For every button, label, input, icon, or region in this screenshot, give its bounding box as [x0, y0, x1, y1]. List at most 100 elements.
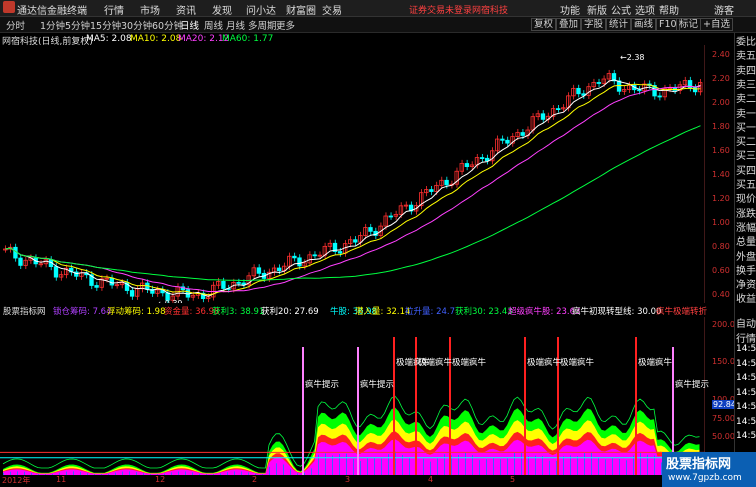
- indicator-chart[interactable]: [0, 317, 705, 475]
- add-watchlist-button[interactable]: +自选: [700, 18, 733, 31]
- volume-bar: [605, 459, 606, 475]
- side-panel-item[interactable]: 涨跌: [736, 205, 756, 220]
- side-panel-item[interactable]: 14:56: [736, 359, 756, 369]
- side-panel-item[interactable]: 卖二: [736, 90, 756, 105]
- side-panel-item[interactable]: 14:56: [736, 431, 756, 441]
- volume-bar: [423, 458, 424, 475]
- period-tab-1min[interactable]: 1分钟: [40, 18, 65, 32]
- quote-side-panel[interactable]: 委比 卖五 卖四 卖三 卖二 卖一 买一 买二 买三 买四 买五 现价 涨跌 涨幅 总量 外盘 换手 净资 收益自动…: [734, 33, 756, 453]
- volume-bar: [269, 466, 270, 475]
- candle: [348, 236, 353, 248]
- side-panel-item[interactable]: 买二: [736, 133, 756, 148]
- candle: [424, 185, 429, 197]
- side-panel-item[interactable]: 卖五: [736, 47, 756, 62]
- price-tick: 1.20: [712, 193, 730, 203]
- kline-chart[interactable]: ←2.38 ←0.39: [0, 45, 705, 303]
- period-tab-multi[interactable]: 多周期: [248, 18, 277, 32]
- period-tab-daily[interactable]: 日线: [180, 18, 199, 32]
- price-tick: 2.00: [712, 97, 730, 107]
- period-toolbar: 分时 1分钟 5分钟 15分钟 30分钟 60分钟 日线 周线 月线 多周期 更…: [0, 17, 756, 33]
- menu-item-quotes[interactable]: 行情: [104, 2, 124, 17]
- volume-bar: [479, 460, 480, 475]
- stats-button[interactable]: 统计: [606, 18, 632, 31]
- side-panel-item[interactable]: 买五: [736, 176, 756, 191]
- side-panel-item[interactable]: 总量: [736, 233, 756, 248]
- side-panel-item[interactable]: 委比: [736, 33, 756, 48]
- candle: [109, 274, 114, 289]
- menu-item-formula[interactable]: 公式: [611, 2, 631, 17]
- volume-bar: [395, 451, 396, 475]
- menu-bar: 通达信金融终端 行情 市场 资讯 发现 问小达 财富圈 交易 证券交易未登录 网…: [0, 0, 756, 17]
- side-panel-item[interactable]: 14:56: [736, 388, 756, 398]
- draw-button[interactable]: 画线: [631, 18, 657, 31]
- substock-button[interactable]: 字股: [581, 18, 607, 31]
- mark-button[interactable]: 标记: [676, 18, 702, 31]
- candle: [419, 189, 424, 210]
- side-panel-item[interactable]: 卖三: [736, 76, 756, 91]
- side-panel-item[interactable]: 买一: [736, 119, 756, 134]
- menu-item-news[interactable]: 资讯: [176, 2, 196, 17]
- side-panel-item[interactable]: 收益: [736, 290, 756, 305]
- menu-item-function[interactable]: 功能: [560, 2, 580, 17]
- side-panel-item[interactable]: 涨幅: [736, 219, 756, 234]
- candle: [160, 286, 165, 297]
- ma60-line: [5, 125, 701, 282]
- side-panel-item[interactable]: 换手: [736, 262, 756, 277]
- side-panel-item[interactable]: 买三: [736, 147, 756, 162]
- guest-label[interactable]: 游客: [714, 2, 734, 17]
- candle: [408, 201, 414, 215]
- signal-label: 极端疯牛: [452, 358, 487, 368]
- side-panel-item[interactable]: 14:56: [736, 373, 756, 383]
- period-tab-60min[interactable]: 60分钟: [152, 18, 183, 32]
- side-panel-item[interactable]: 自动: [736, 315, 756, 330]
- adjust-button[interactable]: 复权: [531, 18, 557, 31]
- period-tab-weekly[interactable]: 周线: [204, 18, 223, 32]
- side-panel-item[interactable]: 14:56: [736, 344, 756, 354]
- candle: [134, 285, 140, 300]
- volume-bar: [563, 456, 564, 475]
- candle: [576, 84, 581, 98]
- side-panel-item[interactable]: 净资: [736, 276, 756, 291]
- menu-item-newversion[interactable]: 新版: [587, 2, 607, 17]
- login-notice[interactable]: 证券交易未登录: [409, 3, 472, 16]
- period-tab-timeshare[interactable]: 分时: [6, 18, 25, 32]
- side-panel-item[interactable]: 卖一: [736, 105, 756, 120]
- indicator-value: 获利3: 38.91: [212, 307, 265, 317]
- price-tick: 1.80: [712, 121, 730, 131]
- date-axis: 2012年 11 12 2 3 4 5: [0, 475, 705, 487]
- side-panel-item[interactable]: 买四: [736, 162, 756, 177]
- volume-bar: [542, 456, 543, 475]
- candle: [353, 236, 358, 246]
- candle: [490, 147, 495, 165]
- period-tab-monthly[interactable]: 月线: [226, 18, 245, 32]
- period-tab-more[interactable]: 更多: [276, 18, 295, 32]
- menu-item-trade[interactable]: 交易: [322, 2, 342, 17]
- side-panel-item[interactable]: 现价: [736, 190, 756, 205]
- side-panel-item[interactable]: 外盘: [736, 248, 756, 263]
- volume-bar: [584, 453, 585, 475]
- side-panel-item[interactable]: 14:56: [736, 417, 756, 427]
- indicator-header: 股票指标网 锁仓筹码: 7.64 浮动筹码: 1.98 资金量: 36.98 获利3:…: [0, 304, 707, 317]
- side-panel-item[interactable]: 行情: [736, 330, 756, 345]
- period-tab-15min[interactable]: 15分钟: [90, 18, 121, 32]
- signal-label: 疯牛提示: [305, 380, 340, 390]
- menu-item-ask[interactable]: 问小达: [246, 2, 276, 17]
- volume-bar: [346, 453, 347, 475]
- date-tick: 4: [428, 475, 434, 484]
- candle: [18, 254, 23, 270]
- menu-item-options[interactable]: 选项: [635, 2, 655, 17]
- menu-item-wealth[interactable]: 财富圈: [286, 2, 316, 17]
- account-name[interactable]: 网宿科技: [472, 3, 508, 16]
- side-panel-item[interactable]: 14:56: [736, 402, 756, 412]
- menu-item-discover[interactable]: 发现: [212, 2, 232, 17]
- overlay-button[interactable]: 叠加: [556, 18, 582, 31]
- period-tab-30min[interactable]: 30分钟: [121, 18, 152, 32]
- side-panel-item[interactable]: 卖四: [736, 62, 756, 77]
- price-tick: 1.40: [712, 169, 730, 179]
- menu-item-market[interactable]: 市场: [140, 2, 160, 17]
- period-tab-5min[interactable]: 5分钟: [65, 18, 90, 32]
- menu-item-help[interactable]: 帮助: [659, 2, 679, 17]
- price-tick: 1.00: [712, 217, 730, 227]
- candle: [652, 81, 657, 100]
- indicator-value: 潜入量: 32.14: [355, 307, 411, 317]
